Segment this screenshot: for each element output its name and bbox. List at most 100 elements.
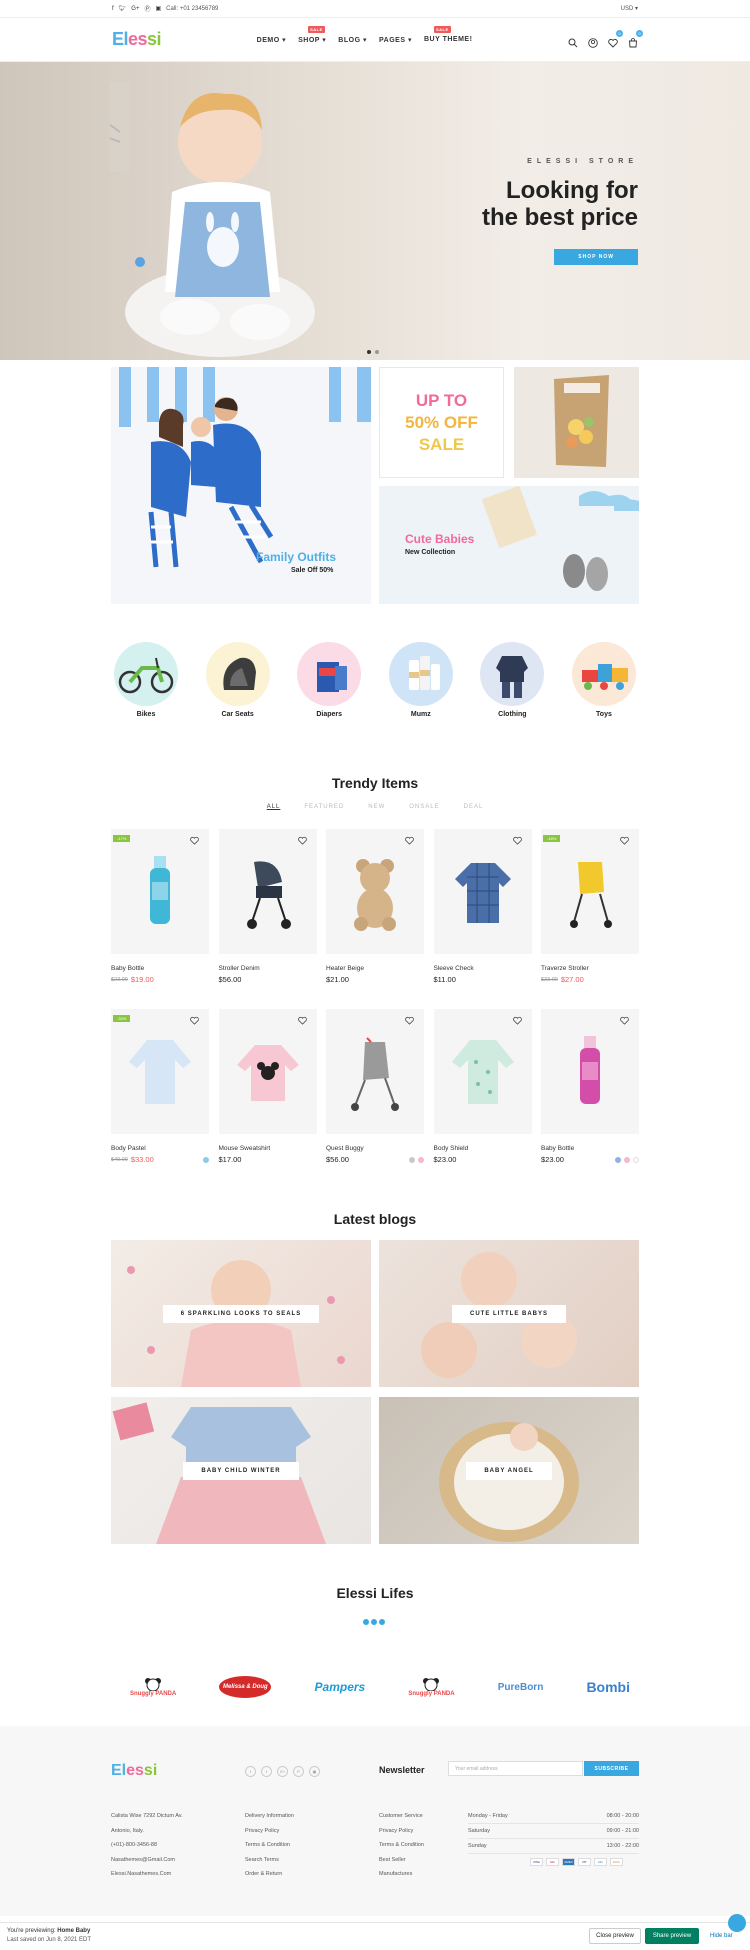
blog-title-tag[interactable]: BABY ANGEL bbox=[466, 1461, 552, 1480]
color-swatch[interactable] bbox=[633, 1156, 639, 1163]
product-card[interactable]: Sleeve Check $11.00 bbox=[433, 829, 532, 984]
footer-link[interactable]: Manufactures bbox=[379, 1867, 424, 1882]
shop-now-button[interactable]: SHOP NOW bbox=[554, 249, 638, 265]
hero-slider[interactable]: ELESSI STORE Looking for the best price S… bbox=[0, 62, 750, 360]
chat-icon[interactable] bbox=[728, 1914, 746, 1932]
blog-card[interactable]: BABY CHILD WINTER bbox=[111, 1397, 371, 1544]
product-image[interactable]: -17% bbox=[111, 829, 209, 954]
category-bikes[interactable]: Bikes bbox=[111, 642, 181, 718]
product-name[interactable]: Baby Bottle bbox=[111, 965, 209, 972]
brand-bombi[interactable]: Bombi bbox=[586, 1672, 630, 1702]
slider-dot[interactable] bbox=[375, 350, 379, 354]
product-card[interactable]: Heater Beige $21.00 bbox=[326, 829, 424, 984]
product-name[interactable]: Quest Buggy bbox=[326, 1145, 424, 1152]
color-swatch[interactable] bbox=[409, 1156, 415, 1163]
instagram-icon[interactable]: ▣ bbox=[155, 5, 161, 12]
pinterest-icon[interactable]: Ⓟ bbox=[144, 4, 150, 13]
footer-link[interactable]: Privacy Policy bbox=[379, 1824, 424, 1839]
footer-link[interactable]: Delivery Information bbox=[245, 1809, 294, 1824]
product-image[interactable]: -33% bbox=[111, 1009, 209, 1134]
footer-link[interactable]: Terms & Condition bbox=[379, 1838, 424, 1853]
heart-icon[interactable] bbox=[620, 1016, 629, 1025]
color-swatch[interactable] bbox=[624, 1156, 630, 1163]
heart-icon[interactable] bbox=[405, 1016, 414, 1025]
footer-link[interactable]: Search Terms bbox=[245, 1853, 294, 1868]
product-card[interactable]: Baby Bottle $23.00 bbox=[541, 1009, 639, 1164]
product-card[interactable]: Mouse Sweatshirt $17.00 bbox=[218, 1009, 317, 1164]
nav-shop[interactable]: SALE SHOP ▾ bbox=[298, 25, 326, 44]
product-card[interactable]: Quest Buggy $56.00 bbox=[326, 1009, 424, 1164]
nav-pages[interactable]: PAGES ▾ bbox=[379, 36, 412, 44]
logo[interactable]: Elessi bbox=[112, 29, 162, 50]
footer-link[interactable]: Terms & Condition bbox=[245, 1838, 294, 1853]
newsletter-email-input[interactable]: Your email address bbox=[448, 1761, 583, 1776]
contact-line[interactable]: Nasathemes@Gmail.Com bbox=[111, 1853, 183, 1868]
nav-blog[interactable]: BLOG ▾ bbox=[338, 36, 367, 44]
color-swatch[interactable] bbox=[203, 1156, 209, 1163]
footer-logo[interactable]: Elessi bbox=[111, 1762, 157, 1780]
product-name[interactable]: Stroller Denim bbox=[219, 965, 317, 972]
color-swatch[interactable] bbox=[615, 1156, 621, 1163]
carousel-dot[interactable] bbox=[363, 1619, 369, 1625]
heart-icon[interactable] bbox=[190, 1016, 199, 1025]
category-car-seats[interactable]: Car Seats bbox=[203, 642, 273, 718]
cute-babies-banner[interactable]: Cute Babies New Collection bbox=[379, 486, 639, 604]
color-swatch[interactable] bbox=[418, 1156, 424, 1163]
footer-link[interactable]: Customer Service bbox=[379, 1809, 424, 1824]
wishlist-icon[interactable]: 0 bbox=[608, 29, 623, 48]
product-image[interactable] bbox=[218, 1009, 317, 1134]
carousel-dot[interactable] bbox=[379, 1619, 385, 1625]
google-plus-icon[interactable]: G+ bbox=[277, 1766, 288, 1777]
slider-dot[interactable] bbox=[367, 350, 371, 354]
heart-icon[interactable] bbox=[620, 836, 629, 845]
blog-title-tag[interactable]: 6 SPARKLING LOOKS TO SEALS bbox=[162, 1304, 320, 1323]
sale-banner[interactable]: UP TO 50% OFF SALE bbox=[379, 367, 504, 478]
tab-all[interactable]: ALL bbox=[267, 804, 281, 810]
blog-title-tag[interactable]: CUTE LITTLE BABYS bbox=[452, 1304, 566, 1323]
brand-snuggly-panda[interactable]: Snuggly PANDA bbox=[408, 1672, 455, 1702]
twitter-icon[interactable]: t bbox=[261, 1766, 272, 1777]
instagram-icon[interactable]: ▣ bbox=[309, 1766, 320, 1777]
google-plus-icon[interactable]: G+ bbox=[131, 6, 139, 12]
blog-card[interactable]: CUTE LITTLE BABYS bbox=[379, 1240, 639, 1387]
brand-snuggly-panda[interactable]: Snuggly PANDA bbox=[130, 1672, 176, 1702]
account-icon[interactable] bbox=[588, 35, 598, 48]
footer-link[interactable]: Order & Return bbox=[245, 1867, 294, 1882]
snack-banner[interactable] bbox=[514, 367, 639, 478]
facebook-icon[interactable]: f bbox=[112, 6, 114, 12]
product-image[interactable] bbox=[541, 1009, 639, 1134]
product-image[interactable]: -18% bbox=[541, 829, 639, 954]
tab-featured[interactable]: FEATURED bbox=[304, 804, 344, 810]
product-card[interactable]: -17% Baby Bottle $23.00 $19.00 bbox=[111, 829, 209, 984]
product-image[interactable] bbox=[433, 1009, 532, 1134]
product-card[interactable]: Body Shield $23.00 bbox=[433, 1009, 532, 1164]
contact-line[interactable]: Elessi.Nasathemes.Com bbox=[111, 1867, 183, 1882]
heart-icon[interactable] bbox=[405, 836, 414, 845]
heart-icon[interactable] bbox=[297, 1016, 307, 1025]
product-image[interactable] bbox=[218, 829, 317, 954]
brand-pampers[interactable]: Pampers bbox=[315, 1672, 366, 1702]
product-name[interactable]: Traverze Stroller bbox=[541, 965, 639, 972]
heart-icon[interactable] bbox=[512, 836, 522, 845]
heart-icon[interactable] bbox=[190, 836, 199, 845]
hide-bar-link[interactable]: Hide bar bbox=[710, 1933, 733, 1939]
product-card[interactable]: Stroller Denim $56.00 bbox=[218, 829, 317, 984]
nav-demo[interactable]: DEMO ▾ bbox=[257, 36, 286, 44]
cart-icon[interactable]: 0 bbox=[628, 29, 643, 47]
product-image[interactable] bbox=[326, 829, 424, 954]
product-image[interactable] bbox=[326, 1009, 424, 1134]
product-name[interactable]: Body Pastel bbox=[111, 1145, 209, 1152]
blog-card[interactable]: 6 SPARKLING LOOKS TO SEALS bbox=[111, 1240, 371, 1387]
tab-deal[interactable]: DEAL bbox=[464, 804, 484, 810]
share-preview-button[interactable]: Share preview bbox=[645, 1928, 699, 1944]
close-preview-button[interactable]: Close preview bbox=[589, 1928, 641, 1944]
category-diapers[interactable]: Diapers bbox=[294, 642, 364, 718]
nav-buy-theme[interactable]: SALE BUY THEME! bbox=[424, 25, 472, 44]
pinterest-icon[interactable]: P bbox=[293, 1766, 304, 1777]
category-clothing[interactable]: Clothing bbox=[477, 642, 547, 718]
footer-link[interactable]: Privacy Policy bbox=[245, 1824, 294, 1839]
tab-new[interactable]: NEW bbox=[368, 804, 385, 810]
category-mumz[interactable]: Mumz bbox=[386, 642, 456, 718]
subscribe-button[interactable]: SUBSCRIBE bbox=[584, 1761, 639, 1776]
brand-melissa-doug[interactable]: Melissa & Doug bbox=[219, 1676, 272, 1698]
